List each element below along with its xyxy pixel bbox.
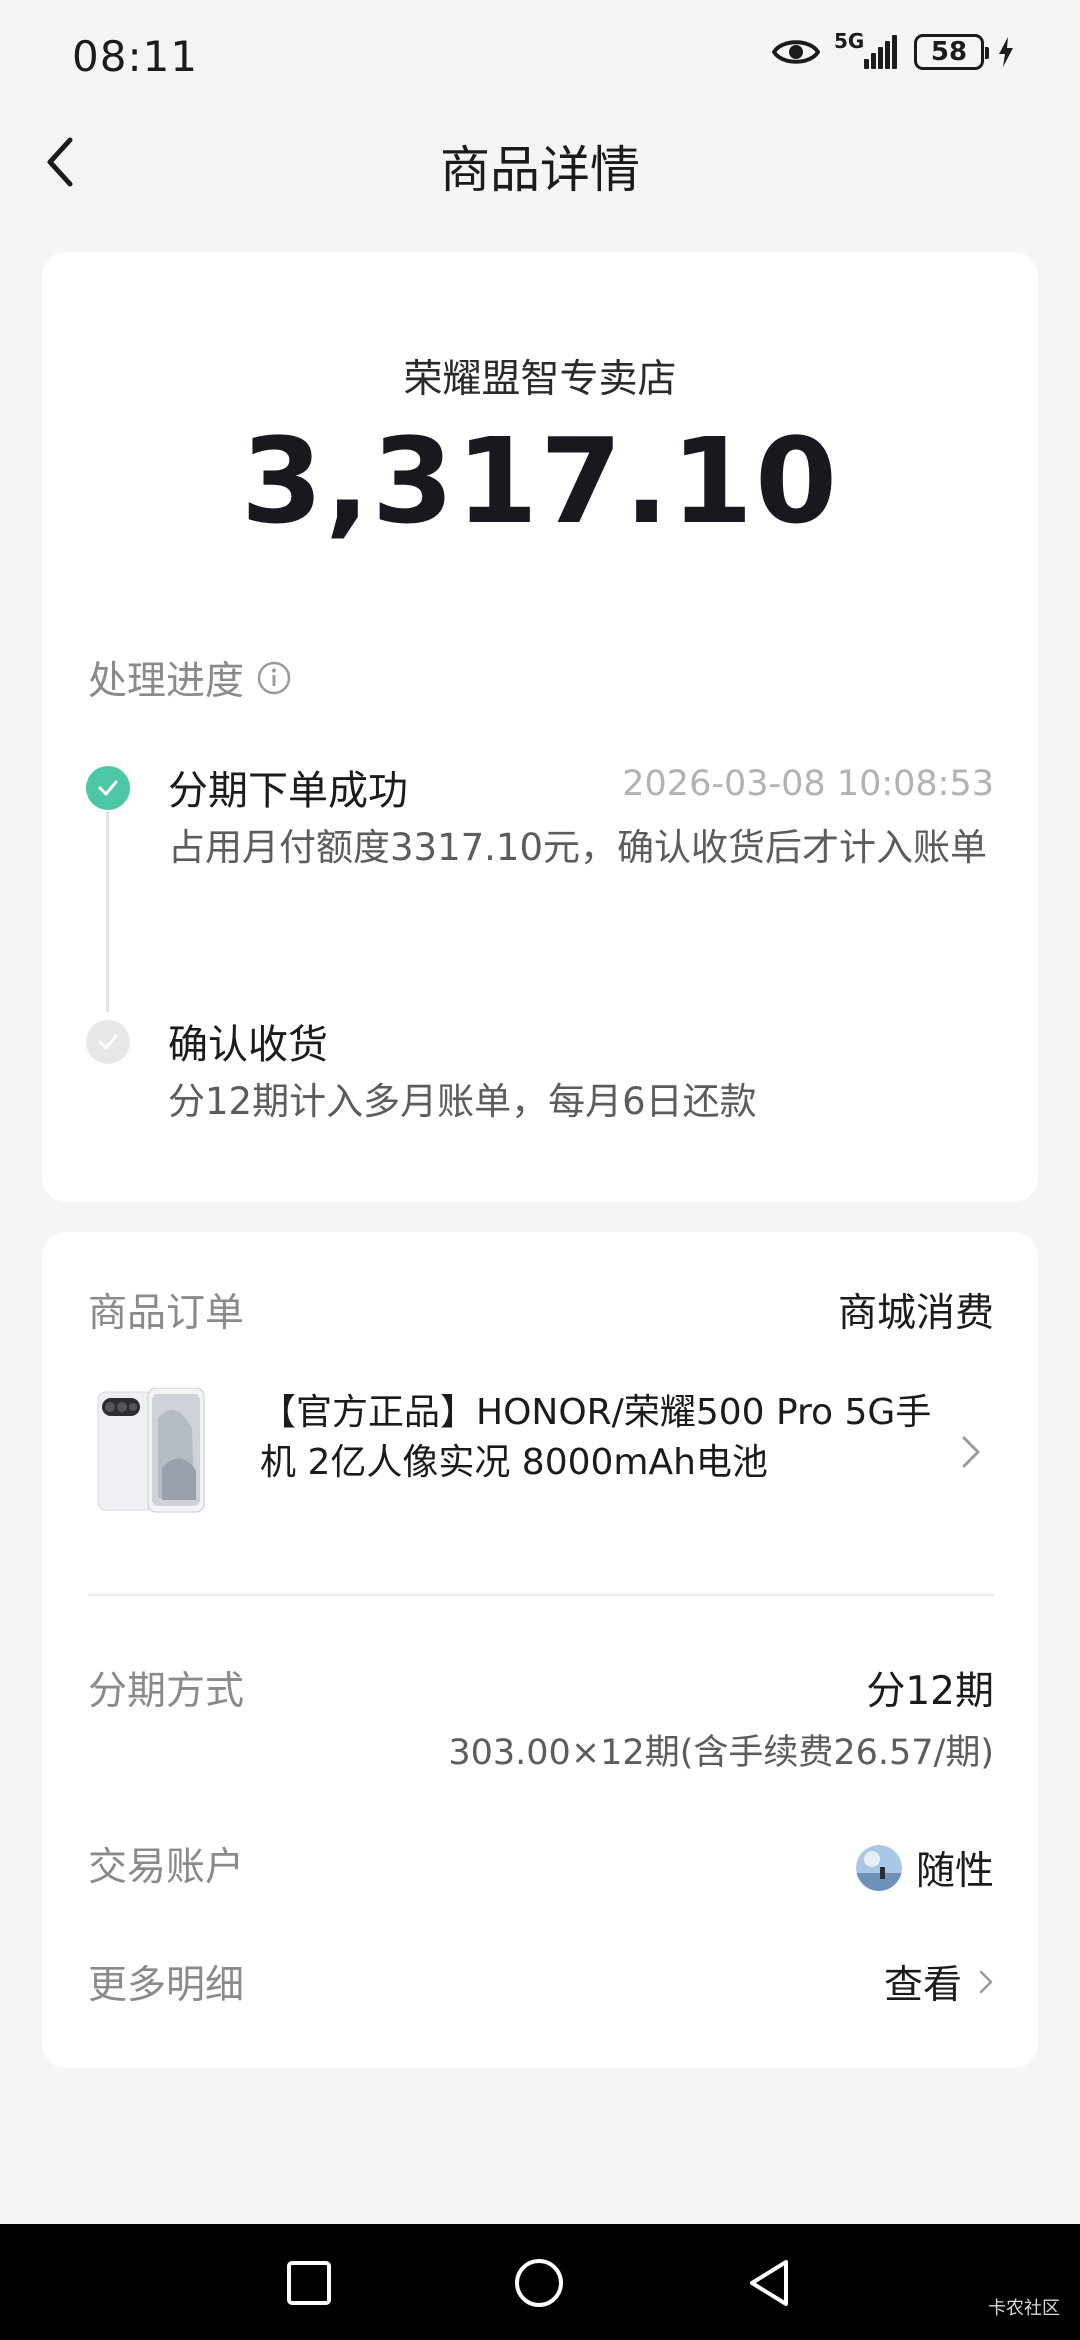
recents-icon[interactable]: [282, 2256, 336, 2310]
product-title[interactable]: 【官方正品】HONOR/荣耀500 Pro 5G手机 2亿人像实况 8000mA…: [260, 1388, 940, 1488]
order-type: 商城消费: [837, 1291, 994, 1336]
more-details-button[interactable]: 查看: [884, 1954, 994, 2010]
battery-icon: 58: [914, 34, 989, 70]
order-amount: 3,317.10: [240, 412, 840, 550]
product-row[interactable]: 【官方正品】HONOR/荣耀500 Pro 5G手机 2亿人像实况 8000mA…: [42, 1382, 1038, 1532]
divider: [88, 1594, 994, 1596]
back-triangle-icon[interactable]: [742, 2256, 796, 2310]
progress-heading-label: 处理进度: [88, 659, 245, 704]
status-icons: 5G 58: [772, 29, 1014, 70]
product-thumbnail: [97, 1388, 205, 1513]
step-time: 2026-03-08 10:08:53: [622, 764, 994, 804]
page-title: 商品详情: [440, 141, 640, 199]
account-label: 交易账户: [88, 1845, 245, 1890]
summary-card: 荣耀盟智专卖店 3,317.10 处理进度 分期下单成功 2026-03-08 …: [42, 252, 1038, 1202]
step-pending-icon: [86, 1020, 130, 1064]
step-description: 占用月付额度3317.10元，确认收货后才计入账单: [168, 826, 988, 869]
step-description: 分12期计入多月账单，每月6日还款: [168, 1080, 757, 1123]
info-icon[interactable]: [256, 660, 292, 696]
installment-detail: 303.00×12期(含手续费26.57/期): [448, 1733, 994, 1773]
status-bar: 08:11 5G 58: [0, 0, 1080, 120]
chevron-right-icon[interactable]: [960, 1432, 982, 1472]
merchant-name: 荣耀盟智专卖店: [403, 357, 677, 402]
signal-icon: 5G: [834, 29, 900, 69]
eye-icon: [772, 40, 820, 64]
account-value: 随性: [855, 1840, 994, 1896]
account-name: 随性: [915, 1849, 994, 1894]
home-icon[interactable]: [512, 2256, 566, 2310]
progress-heading: 处理进度: [88, 650, 292, 706]
step-title: 分期下单成功: [168, 768, 408, 814]
battery-level: 58: [930, 37, 968, 67]
network-label: 5G: [834, 29, 865, 53]
more-details-link[interactable]: 查看: [884, 1954, 962, 2010]
order-card: 商品订单 商城消费 【官方正品】HONOR/荣耀500 Pro 5G手机 2亿人…: [42, 1232, 1038, 2068]
order-heading: 商品订单: [88, 1291, 245, 1336]
more-details-label: 更多明细: [88, 1963, 245, 2008]
avatar: [855, 1845, 902, 1891]
installment-value: 分12期: [866, 1669, 994, 1714]
installment-label: 分期方式: [88, 1669, 245, 1714]
status-time: 08:11: [72, 32, 199, 81]
watermark: 卡农社区: [988, 2298, 1060, 2319]
charging-icon: [999, 37, 1013, 67]
step-done-icon: [86, 766, 130, 810]
system-nav-bar: 卡农社区: [0, 2224, 1080, 2340]
step-title: 确认收货: [168, 1022, 328, 1068]
timeline-line: [106, 812, 109, 1012]
chevron-right-icon: [979, 1970, 993, 1994]
